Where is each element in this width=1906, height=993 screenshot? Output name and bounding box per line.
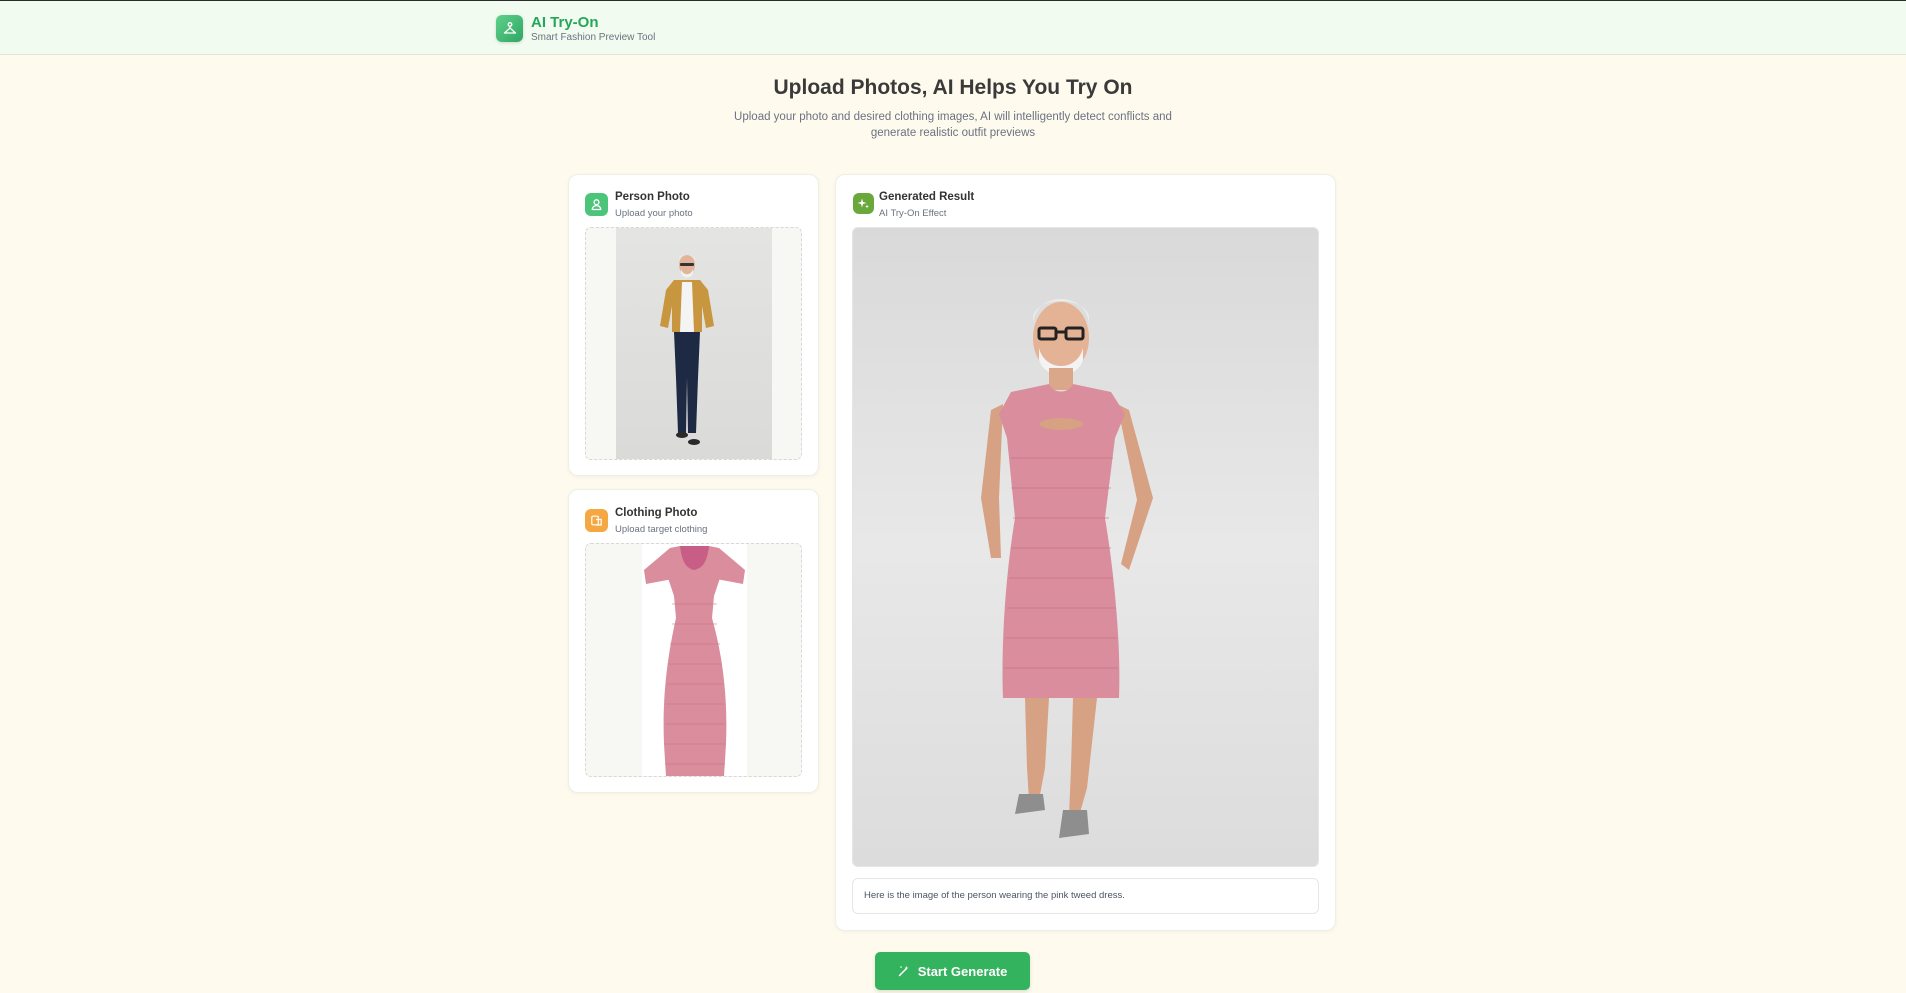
person-photo-card: Person Photo Upload your photo: [568, 174, 819, 476]
clothing-photo-image: [642, 544, 747, 776]
start-generate-label: Start Generate: [917, 963, 1008, 979]
app-title: AI Try-On: [531, 14, 599, 31]
clothing-card-subtitle: Upload target clothing: [615, 524, 708, 535]
sparkle-icon: [853, 193, 874, 214]
person-card-subtitle: Upload your photo: [615, 208, 693, 219]
person-photo-dropzone[interactable]: [585, 227, 802, 460]
user-icon: [585, 193, 608, 216]
generated-result-card: Generated Result AI Try-On Effect Here i…: [835, 174, 1336, 931]
generated-result-image: [852, 227, 1319, 867]
page-description: Upload your photo and desired clothing i…: [734, 111, 1172, 139]
clothing-card-title: Clothing Photo: [615, 507, 698, 519]
page-title: Upload Photos, AI Helps You Try On: [773, 76, 1133, 99]
result-card-title: Generated Result: [879, 191, 975, 203]
app-header: AI Try-On Smart Fashion Preview Tool: [0, 0, 1906, 55]
result-card-subtitle: AI Try-On Effect: [879, 208, 947, 219]
clothing-photo-card: Clothing Photo Upload target clothing: [568, 489, 819, 793]
app-subtitle: Smart Fashion Preview Tool: [531, 32, 656, 43]
result-description: Here is the image of the person wearing …: [852, 878, 1319, 914]
shirt-icon: [585, 509, 608, 532]
clothing-photo-dropzone[interactable]: [585, 543, 802, 777]
person-card-title: Person Photo: [615, 191, 690, 203]
hanger-icon: [496, 15, 523, 42]
magic-wand-icon: [898, 965, 910, 977]
person-photo-image: [616, 228, 772, 459]
start-generate-button[interactable]: Start Generate: [875, 952, 1030, 990]
